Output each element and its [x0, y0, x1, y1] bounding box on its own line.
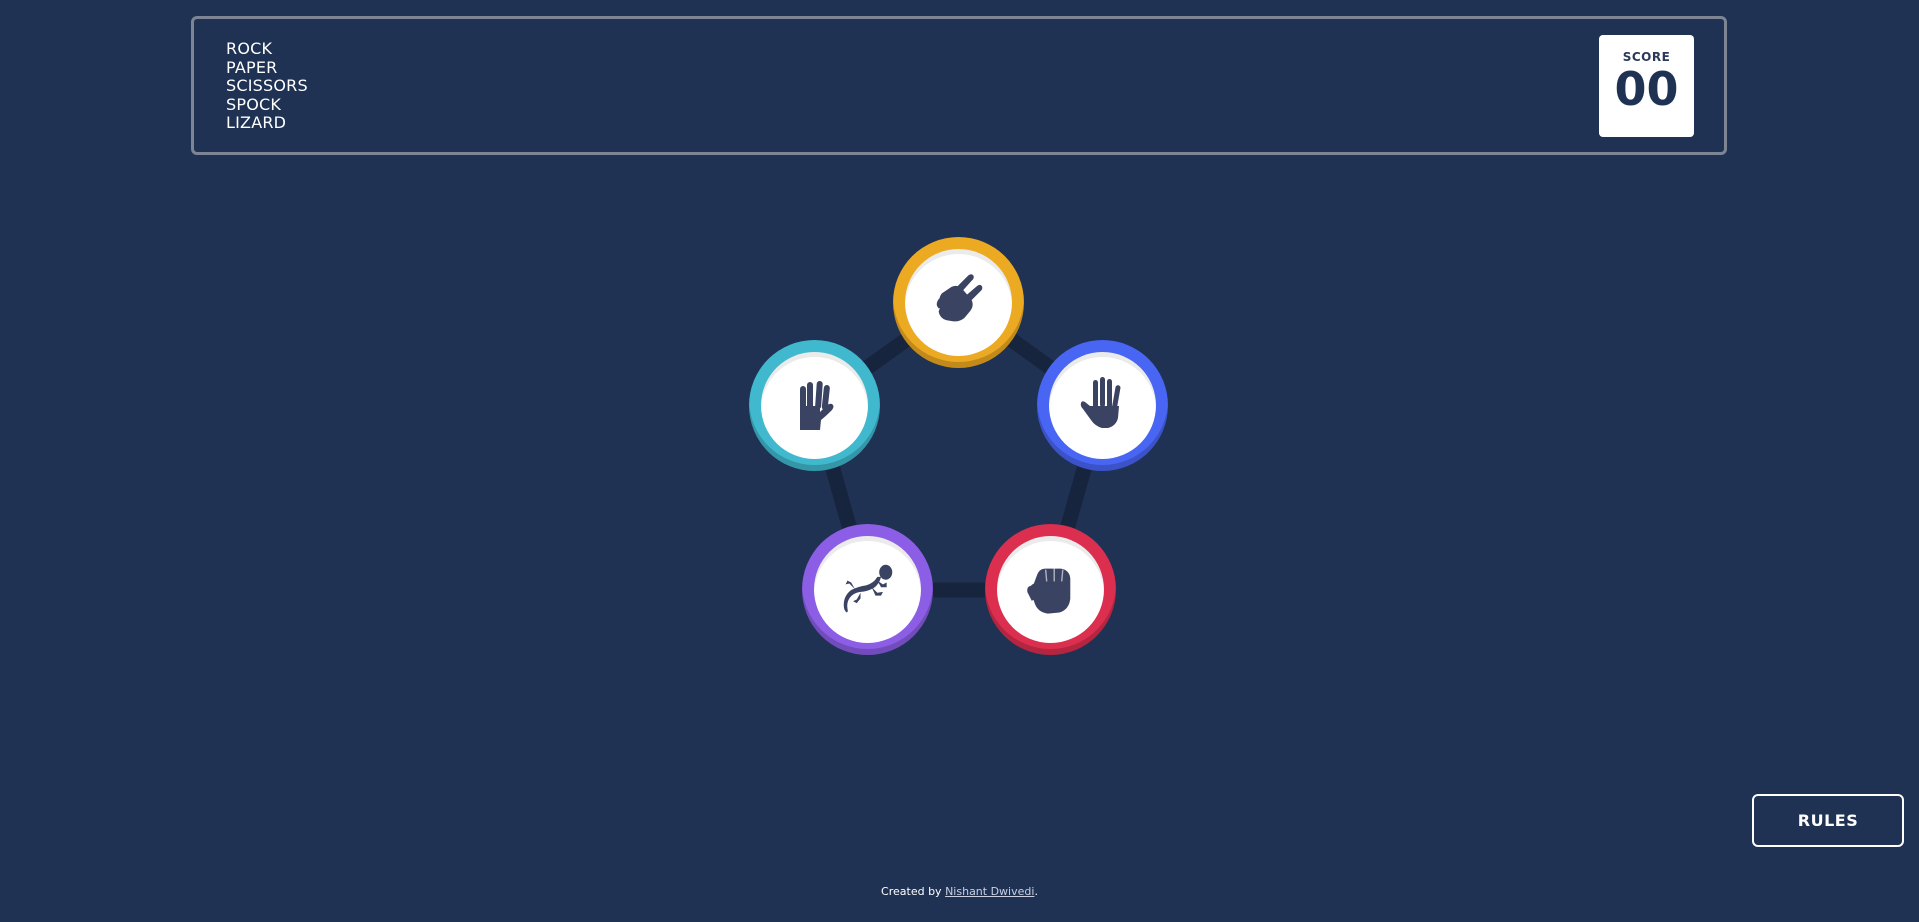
footer-prefix: Created by — [881, 885, 946, 898]
author-link[interactable]: Nishant Dwivedi — [945, 885, 1034, 898]
score-box: SCORE 00 — [1599, 35, 1694, 137]
footer-suffix: . — [1034, 885, 1038, 898]
title-line-scissors: SCISSORS — [226, 76, 308, 95]
scissors-button[interactable] — [893, 237, 1024, 368]
header-panel: ROCK PAPER SCISSORS SPOCK LIZARD SCORE 0… — [191, 16, 1727, 155]
score-value: 00 — [1614, 62, 1679, 116]
footer: Created by Nishant Dwivedi. — [0, 885, 1919, 898]
paper-hand-icon — [1080, 376, 1120, 428]
lizard-button[interactable] — [802, 524, 933, 655]
title-line-lizard: LIZARD — [226, 113, 287, 132]
title-line-spock: SPOCK — [226, 94, 282, 114]
rules-button[interactable]: RULES — [1752, 794, 1904, 847]
lizard-icon — [843, 564, 892, 612]
paper-button[interactable] — [1037, 340, 1168, 471]
scissors-hand-icon — [936, 273, 982, 321]
spock-hand-icon — [799, 380, 833, 430]
rock-fist-icon — [1026, 568, 1070, 614]
title-line-paper: PAPER — [226, 57, 278, 77]
rock-button[interactable] — [985, 524, 1116, 655]
game-title: ROCK PAPER SCISSORS SPOCK LIZARD — [226, 39, 308, 133]
title-line-rock: ROCK — [226, 39, 273, 58]
spock-button[interactable] — [749, 340, 880, 471]
